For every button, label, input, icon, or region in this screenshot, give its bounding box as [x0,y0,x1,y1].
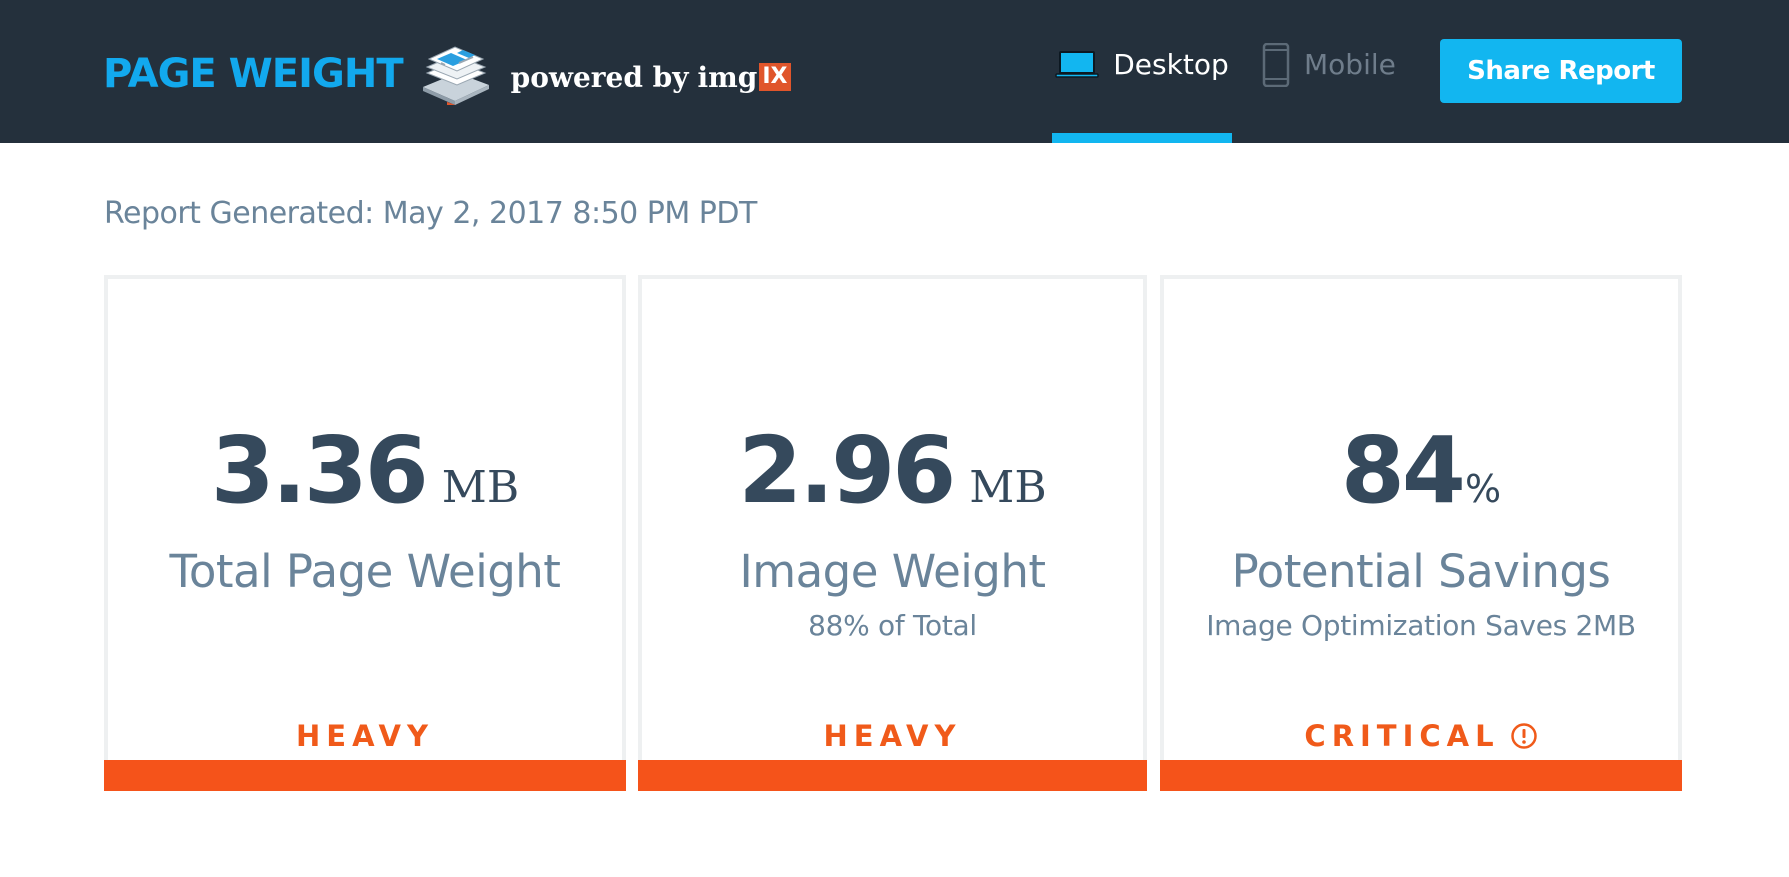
metric-sublabel: Image Optimization Saves 2MB [1206,609,1636,642]
metric-card-image-weight: 2.96 MB Image Weight 88% of Total HEAVY [638,275,1147,791]
metric-label: Total Page Weight [169,545,561,598]
metric-card-total-page-weight: 3.36 MB Total Page Weight HEAVY [104,275,626,791]
metric-number: 2.96 [738,417,956,524]
phone-icon [1262,42,1290,87]
app-header: PAGE WEIGHT powered by img IX Desktop Mo… [0,0,1789,143]
imgix-badge: IX [759,63,791,91]
alert-circle-icon [1510,723,1537,749]
status-text: HEAVY [823,719,962,753]
metric-unit: % [1464,467,1502,511]
metric-sublabel: 88% of Total [808,609,977,642]
laptop-icon [1055,50,1099,78]
metric-number: 84 [1340,417,1466,524]
status-text: CRITICAL [1304,719,1500,753]
status-badge: HEAVY [642,719,1143,753]
powered-by-text: powered by [510,60,689,94]
metric-value: 84% [1164,417,1678,524]
metric-value: 3.36 MB [108,417,622,524]
status-text: HEAVY [296,719,434,753]
metric-unit: MB [969,462,1047,513]
status-badge: CRITICAL [1164,719,1678,753]
imgix-word: img [697,60,758,94]
tab-desktop-label: Desktop [1113,48,1229,81]
metric-label: Image Weight [739,545,1046,598]
report-generated-timestamp: Report Generated: May 2, 2017 8:50 PM PD… [104,196,757,231]
status-bar [638,760,1147,791]
metric-label: Potential Savings [1231,545,1611,598]
tab-mobile-label: Mobile [1304,48,1396,81]
metric-unit: MB [441,462,520,513]
brand-title: PAGE WEIGHT [103,51,404,97]
metric-number: 3.36 [210,417,429,524]
tab-mobile[interactable]: Mobile [1262,0,1396,143]
metric-value: 2.96 MB [642,417,1143,524]
share-report-button[interactable]: Share Report [1440,39,1682,103]
tab-desktop[interactable]: Desktop [1052,0,1232,143]
metric-card-potential-savings: 84% Potential Savings Image Optimization… [1160,275,1682,791]
brand[interactable]: PAGE WEIGHT powered by img IX [103,44,791,105]
status-bar [104,760,626,791]
scale-icon [422,46,489,105]
powered-by: powered by img IX [511,61,791,94]
status-bar [1160,760,1682,791]
status-badge: HEAVY [108,719,622,753]
